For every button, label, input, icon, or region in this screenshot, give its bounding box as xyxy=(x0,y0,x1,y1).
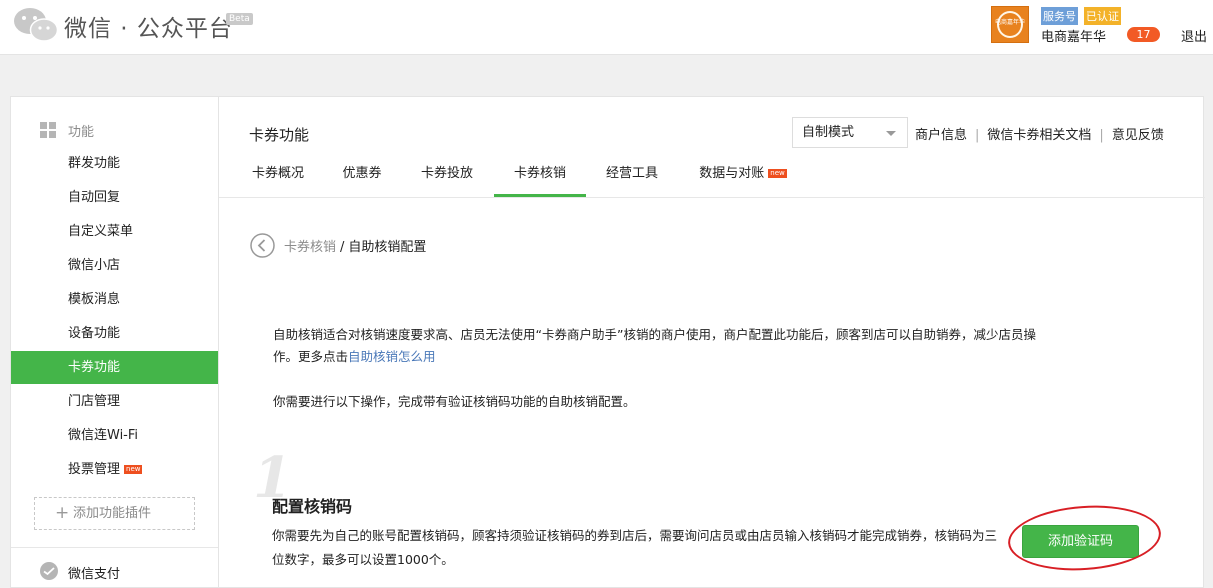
step-description: 你需要先为自己的账号配置核销码，顾客持须验证核销码的券到店后，需要询问店员或由店… xyxy=(272,528,998,567)
instruction-text: 你需要进行以下操作，完成带有验证核销码功能的自助核销配置。 xyxy=(273,394,636,409)
sidebar-item-custom-menu[interactable]: 自定义菜单 xyxy=(11,215,218,248)
sidebar-divider xyxy=(11,547,219,548)
back-circle-icon[interactable] xyxy=(250,233,275,258)
top-bar: 微信 · 公众平台 Beta 电商嘉年华 服务号 已认证 电商嘉年华 17 退出 xyxy=(0,0,1213,55)
sidebar-item-device[interactable]: 设备功能 xyxy=(11,317,218,350)
self-redeem-description: 自助核销适合对核销速度要求高、店员无法使用“卡券商户助手”核销的商户使用，商户配… xyxy=(273,324,1043,368)
merchant-info-link[interactable]: 商户信息 xyxy=(915,128,967,143)
add-plugin-button[interactable]: + 添加功能插件 xyxy=(34,497,195,530)
account-avatar[interactable]: 电商嘉年华 xyxy=(991,6,1029,43)
sidebar-category-features: 功能 xyxy=(68,125,95,140)
breadcrumb: 卡券核销 / 自助核销配置 xyxy=(284,236,426,255)
new-badge: new xyxy=(124,465,143,474)
tab-distribution[interactable]: 卡券投放 xyxy=(417,157,477,197)
wechat-pay-icon xyxy=(40,562,58,580)
sidebar-item-store-management[interactable]: 门店管理 xyxy=(11,385,218,418)
sidebar-item-label: 投票管理 xyxy=(68,462,121,477)
how-to-self-redeem-link[interactable]: 自助核销怎么用 xyxy=(348,349,436,364)
add-verification-code-button[interactable]: 添加验证码 xyxy=(1022,525,1139,558)
sidebar-item-template-message[interactable]: 模板消息 xyxy=(11,283,218,316)
wechat-logo-icon xyxy=(14,8,59,42)
sidebar-item-wechat-pay[interactable]: 微信支付 xyxy=(68,563,120,582)
account-name[interactable]: 电商嘉年华 xyxy=(1041,26,1106,45)
tab-label: 数据与对账 xyxy=(699,166,765,181)
sidebar-item-wechat-store[interactable]: 微信小店 xyxy=(11,249,218,282)
main-panel: 卡券功能 自制模式 商户信息 | 微信卡券相关文档 | 意见反馈 卡券概况 优惠券 卡券… xyxy=(218,96,1205,588)
header-links: 商户信息 | 微信卡券相关文档 | 意见反馈 xyxy=(915,124,1164,143)
tab-redemption[interactable]: 卡券核销 xyxy=(494,157,586,197)
service-account-badge: 服务号 xyxy=(1041,7,1078,25)
sidebar-item-auto-reply[interactable]: 自动回复 xyxy=(11,181,218,214)
platform-title[interactable]: 微信 · 公众平台 xyxy=(64,9,233,43)
avatar-text: 电商嘉年华 xyxy=(994,19,1025,26)
plus-icon: + xyxy=(55,503,70,523)
add-plugin-label: 添加功能插件 xyxy=(73,506,152,521)
sidebar-item-wifi[interactable]: 微信连Wi-Fi xyxy=(11,419,218,452)
tab-coupons[interactable]: 优惠券 xyxy=(337,157,387,197)
new-badge: new xyxy=(768,169,787,178)
sidebar: 功能 群发功能 自动回复 自定义菜单 微信小店 模板消息 设备功能 卡券功能 门… xyxy=(10,96,219,588)
breadcrumb-current: 自助核销配置 xyxy=(348,240,427,255)
tab-business-tools[interactable]: 经营工具 xyxy=(602,157,662,197)
link-separator: | xyxy=(975,128,980,143)
verified-badge: 已认证 xyxy=(1084,7,1121,25)
tab-data-reconciliation[interactable]: 数据与对账 new xyxy=(693,157,793,197)
link-separator: | xyxy=(1099,128,1104,143)
step-title: 配置核销码 xyxy=(272,497,353,516)
sidebar-item-mass-send[interactable]: 群发功能 xyxy=(11,147,218,180)
grid-icon xyxy=(40,122,56,138)
breadcrumb-parent-link[interactable]: 卡券核销 xyxy=(284,240,336,255)
sidebar-item-coupons[interactable]: 卡券功能 xyxy=(11,351,218,384)
mode-select[interactable]: 自制模式 xyxy=(792,117,908,148)
logout-link[interactable]: 退出 xyxy=(1181,26,1207,45)
chevron-down-icon xyxy=(886,131,896,136)
tab-bar: 卡券概况 优惠券 卡券投放 卡券核销 经营工具 数据与对账 new xyxy=(219,157,1205,198)
page-title: 卡券功能 xyxy=(249,126,310,144)
feedback-link[interactable]: 意见反馈 xyxy=(1112,128,1164,143)
mode-select-value: 自制模式 xyxy=(802,125,855,140)
notification-count[interactable]: 17 xyxy=(1127,27,1160,42)
breadcrumb-separator: / xyxy=(340,240,345,255)
coupon-docs-link[interactable]: 微信卡券相关文档 xyxy=(987,128,1091,143)
beta-badge: Beta xyxy=(226,13,253,25)
tab-overview[interactable]: 卡券概况 xyxy=(249,157,307,197)
sidebar-item-voting[interactable]: 投票管理 new xyxy=(11,453,218,486)
